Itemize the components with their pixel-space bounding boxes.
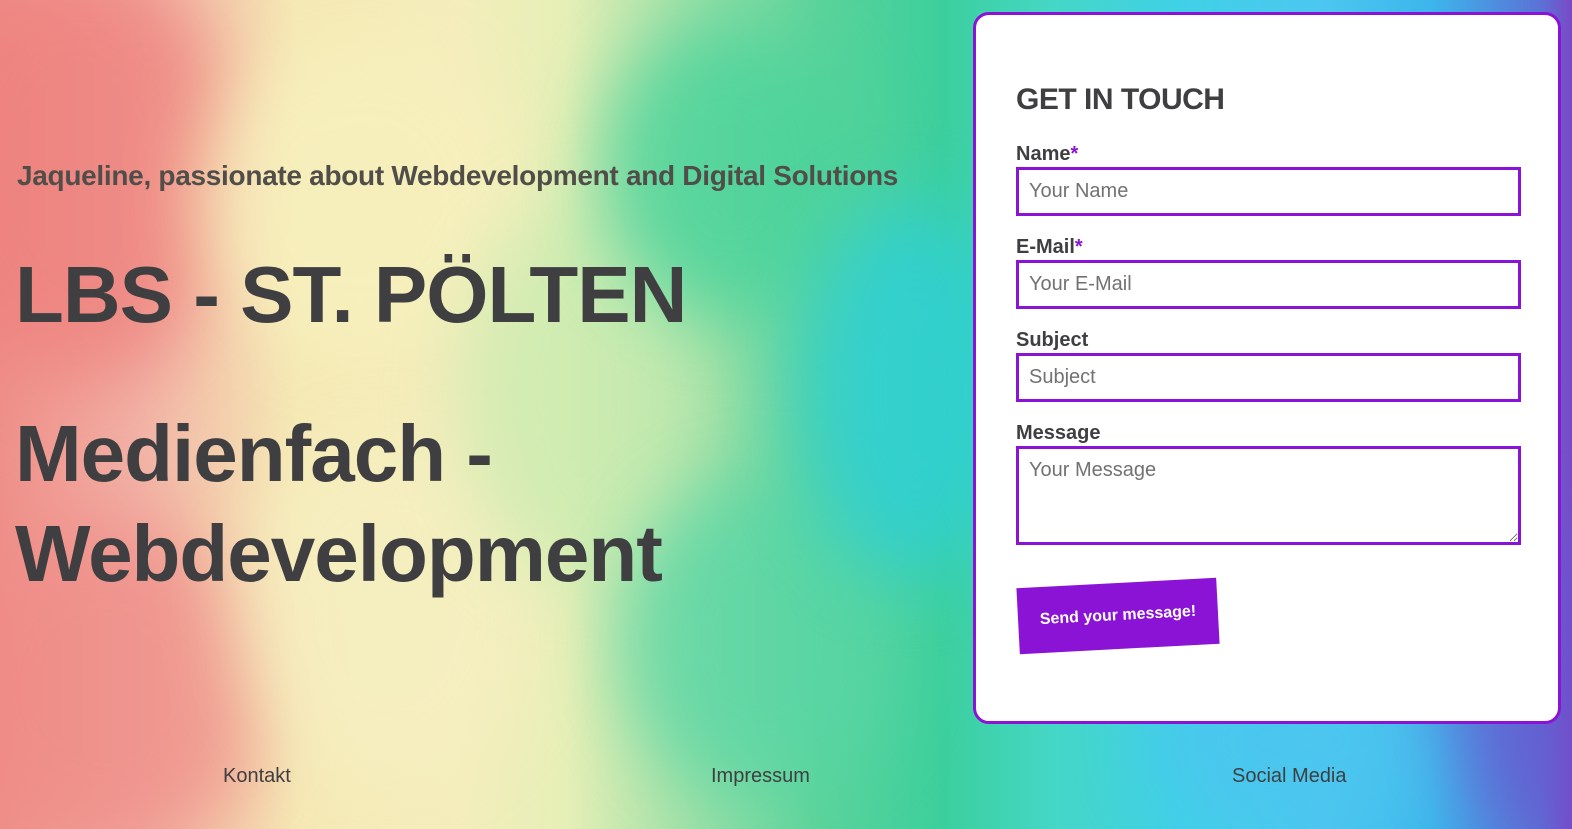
- hero-title: LBS - ST. PÖLTEN: [15, 250, 687, 339]
- subject-input[interactable]: [1016, 353, 1521, 402]
- email-input[interactable]: [1016, 260, 1521, 309]
- footer-link-kontakt[interactable]: Kontakt: [223, 765, 291, 788]
- name-label: Name*: [1016, 143, 1078, 166]
- footer-link-social-media[interactable]: Social Media: [1232, 765, 1347, 788]
- required-marker: *: [1074, 236, 1083, 258]
- required-marker: *: [1070, 143, 1079, 165]
- name-label-text: Name: [1016, 143, 1071, 165]
- name-input[interactable]: [1016, 167, 1521, 216]
- send-message-button[interactable]: Send your message!: [1016, 577, 1220, 655]
- email-label-text: E-Mail: [1016, 236, 1075, 258]
- contact-form-card: GET IN TOUCH Name* E-Mail* Subject Messa…: [973, 12, 1561, 724]
- footer-link-impressum[interactable]: Impressum: [711, 765, 810, 788]
- message-textarea[interactable]: [1016, 446, 1521, 545]
- hero-heading-line2: Webdevelopment: [15, 509, 663, 598]
- subject-label: Subject: [1016, 329, 1089, 351]
- hero-subtitle: Jaqueline, passionate about Webdevelopme…: [17, 160, 899, 191]
- contact-form-title: GET IN TOUCH: [1016, 83, 1225, 116]
- hero-heading: Medienfach - Webdevelopment: [15, 404, 663, 604]
- email-label: E-Mail*: [1016, 236, 1083, 259]
- message-label: Message: [1016, 422, 1101, 444]
- hero-heading-line1: Medienfach -: [15, 409, 493, 498]
